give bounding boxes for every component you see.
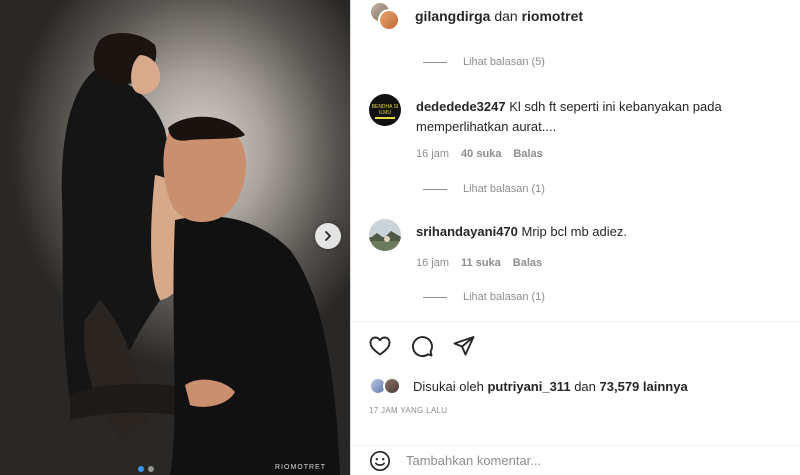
commenter-avatar-image: BENDHA SI ILMU [369, 94, 401, 126]
add-comment-bar [351, 446, 800, 475]
replies-line [423, 61, 447, 63]
comment-input[interactable] [406, 453, 766, 468]
collab-separator: dan [494, 8, 518, 24]
comment-meta: 16 jam 11 suka Balas [416, 257, 542, 269]
likes-summary: Disukai oleh putriyani_311 dan 73,579 la… [369, 376, 688, 396]
comment-body: srihandayani470 Mrip bcl mb adiez. [416, 222, 776, 242]
replies-line [423, 188, 447, 190]
post-header: gilangdirga dan riomotret [369, 1, 583, 31]
comment-username-link[interactable]: srihandayani470 [416, 224, 518, 239]
photo-watermark: RIOMOTRET [275, 464, 326, 471]
avatar-logo-text: ILMU [379, 110, 391, 116]
reply-button[interactable]: Balas [513, 148, 542, 160]
comment-button[interactable] [409, 333, 435, 359]
carousel-dots [138, 466, 154, 472]
share-button[interactable] [451, 333, 477, 359]
comment-icon [412, 336, 433, 357]
carousel-next-button[interactable] [315, 223, 341, 249]
view-replies-button[interactable]: Lihat balasan (1) [423, 183, 545, 195]
chevron-right-icon [325, 231, 331, 241]
comment-time[interactable]: 16 jam [416, 148, 449, 160]
avatar[interactable] [369, 219, 401, 251]
replies-line [423, 296, 447, 298]
paper-plane-icon [453, 336, 475, 356]
reply-button[interactable]: Balas [513, 257, 542, 269]
likes-count-link[interactable]: 73,579 lainnya [600, 379, 688, 394]
comment-body: dededede3247 Kl sdh ft seperti ini keban… [416, 97, 776, 137]
post-photo[interactable]: RIOMOTRET [0, 0, 350, 475]
carousel-dot [148, 466, 154, 472]
likes-joiner: dan [574, 378, 596, 394]
view-replies-label: Lihat balasan (1) [463, 183, 545, 195]
liker-username-link[interactable]: putriyani_311 [487, 379, 570, 394]
comment-time[interactable]: 16 jam [416, 257, 449, 269]
comment-like-count[interactable]: 40 suka [461, 148, 501, 160]
coauthor-username-link[interactable]: riomotret [522, 8, 583, 24]
collab-names: gilangdirga dan riomotret [415, 8, 583, 24]
comment-text: Mrip bcl mb adiez. [521, 224, 627, 239]
author-username-link[interactable]: gilangdirga [415, 8, 490, 24]
avatar[interactable]: BENDHA SI ILMU [369, 94, 401, 126]
comment-like-count[interactable]: 11 suka [461, 257, 501, 269]
comment-username-link[interactable]: dededede3247 [416, 99, 506, 114]
view-replies-label: Lihat balasan (1) [463, 291, 545, 303]
post-actions [367, 333, 477, 359]
emoji-icon [370, 450, 390, 471]
avatar [378, 9, 400, 31]
post-detail-panel: gilangdirga dan riomotret Lihat balasan … [351, 0, 800, 475]
emoji-button[interactable] [368, 449, 392, 473]
section-divider [351, 321, 800, 322]
like-button[interactable] [367, 333, 393, 359]
likes-prefix: Disukai oleh [413, 378, 484, 394]
view-replies-button[interactable]: Lihat balasan (1) [423, 291, 545, 303]
commenter-avatar-image [369, 219, 401, 251]
carousel-dot-active [138, 466, 144, 472]
post-timestamp[interactable]: 17 JAM YANG LALU [369, 406, 447, 415]
comment-meta: 16 jam 40 suka Balas [416, 148, 543, 160]
view-replies-button[interactable]: Lihat balasan (5) [423, 56, 545, 68]
collab-avatars[interactable] [369, 1, 403, 31]
liker-avatars [369, 376, 403, 396]
avatar [383, 377, 401, 395]
heart-icon [369, 336, 391, 356]
photo-scene [61, 33, 340, 475]
view-replies-label: Lihat balasan (5) [463, 56, 545, 68]
